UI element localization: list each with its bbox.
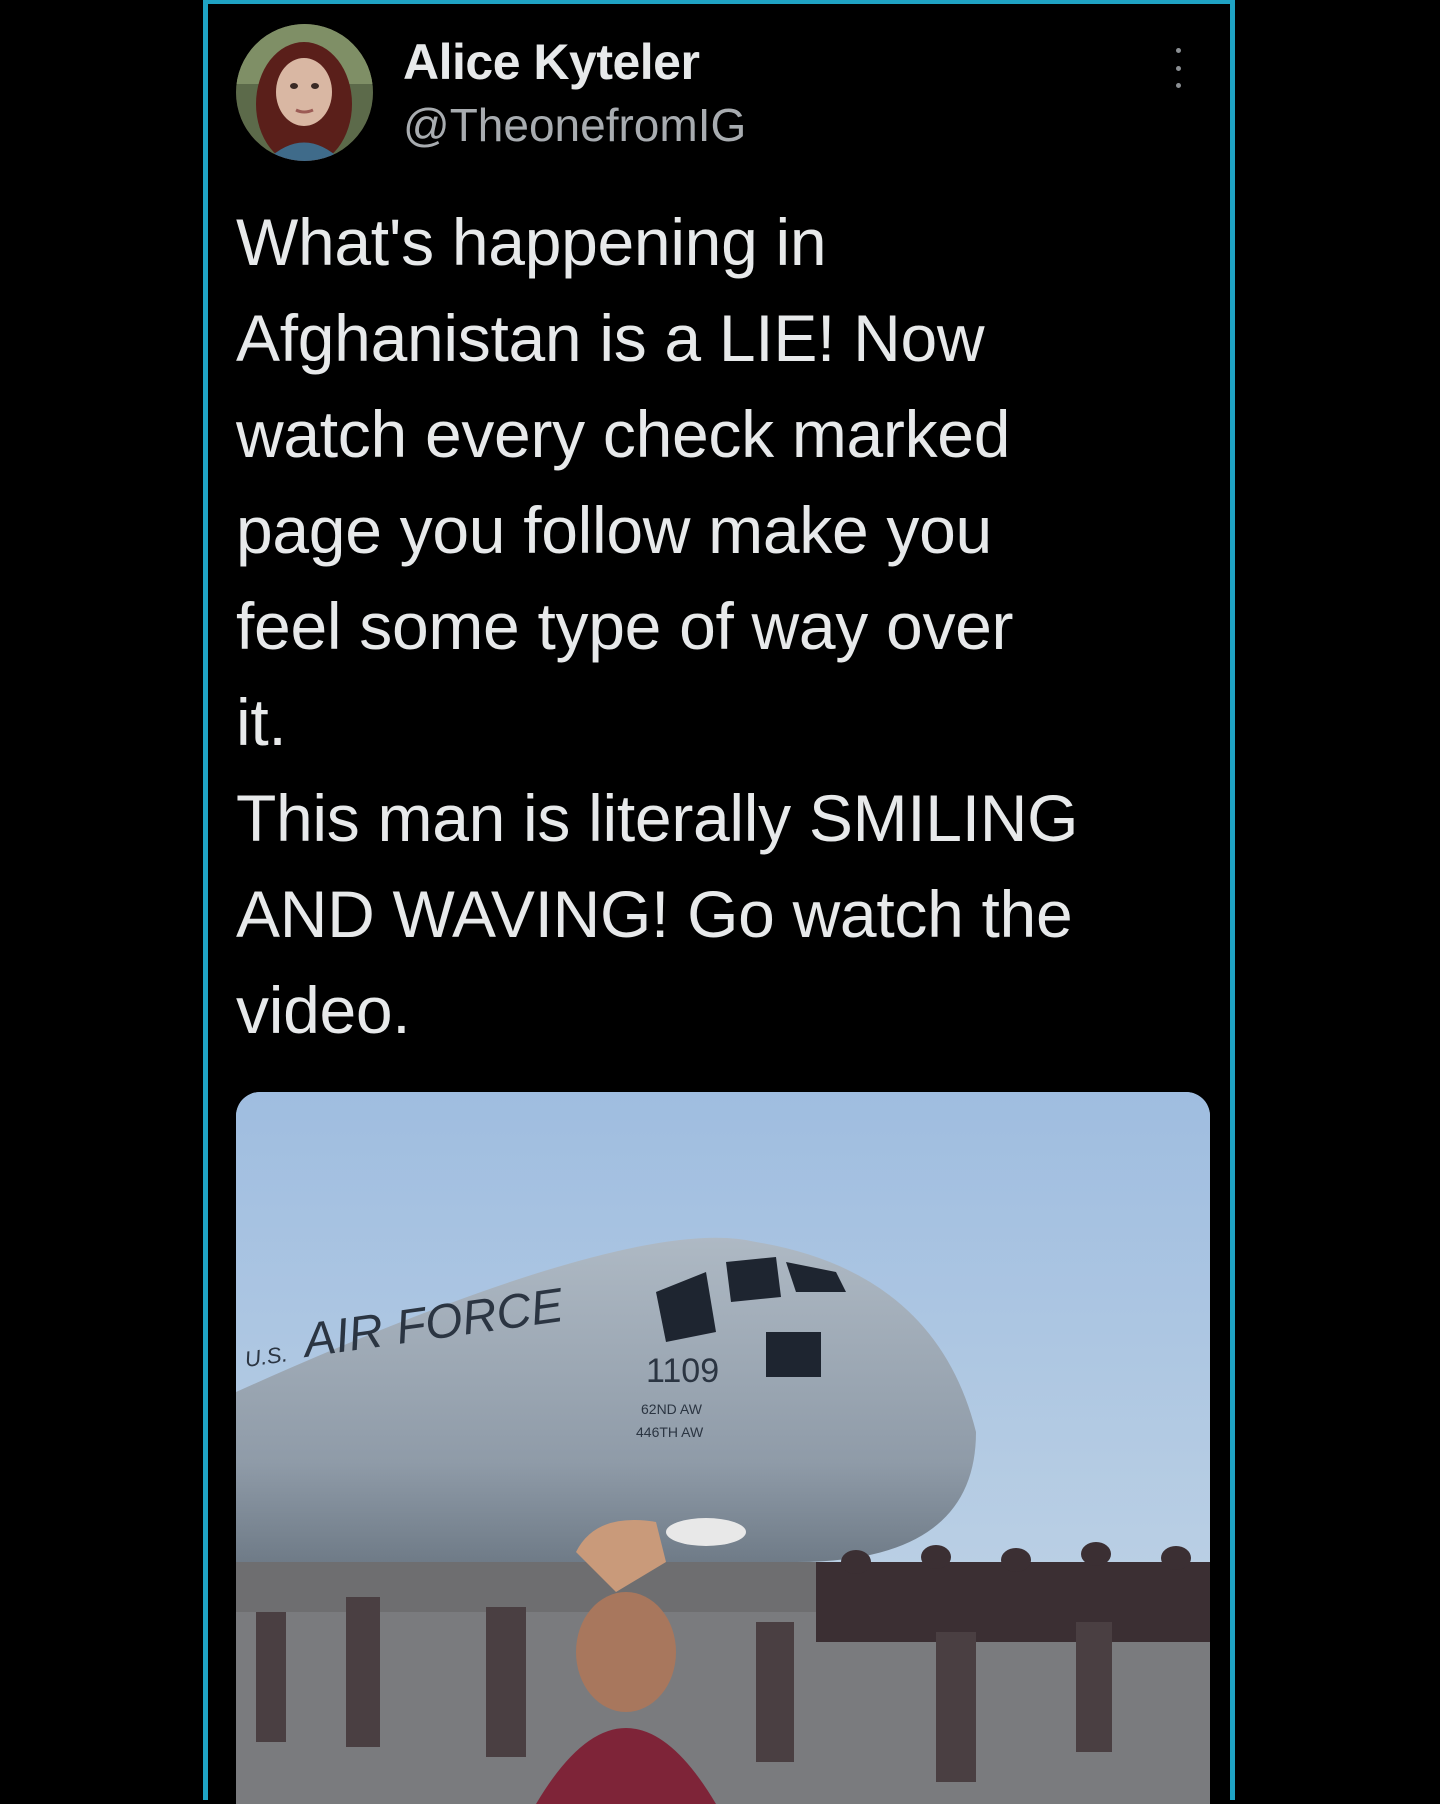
wing-code-2: 446TH AW (636, 1424, 704, 1440)
user-avatar[interactable] (236, 24, 373, 161)
plane-number: 1109 (646, 1352, 719, 1390)
avatar-image (236, 24, 373, 161)
wing-code-1: 62ND AW (641, 1401, 703, 1417)
more-options-button[interactable] (1166, 48, 1190, 88)
more-vertical-icon (1175, 48, 1181, 53)
more-vertical-icon (1175, 65, 1181, 71)
display-name[interactable]: Alice Kyteler (403, 32, 700, 92)
tweet-text: What's happening in Afghanistan is a LIE… (236, 205, 1079, 1047)
more-vertical-icon (1175, 83, 1181, 88)
tweet-card: Alice Kyteler @TheonefromIG What's happe… (203, 0, 1235, 1804)
tweet-media-video[interactable]: AIR FORCE U.S. 1109 62ND AW 446TH AW (236, 1092, 1210, 1804)
video-thumbnail: AIR FORCE U.S. 1109 62ND AW 446TH AW (236, 1092, 1210, 1804)
user-handle[interactable]: @TheonefromIG (403, 97, 746, 153)
